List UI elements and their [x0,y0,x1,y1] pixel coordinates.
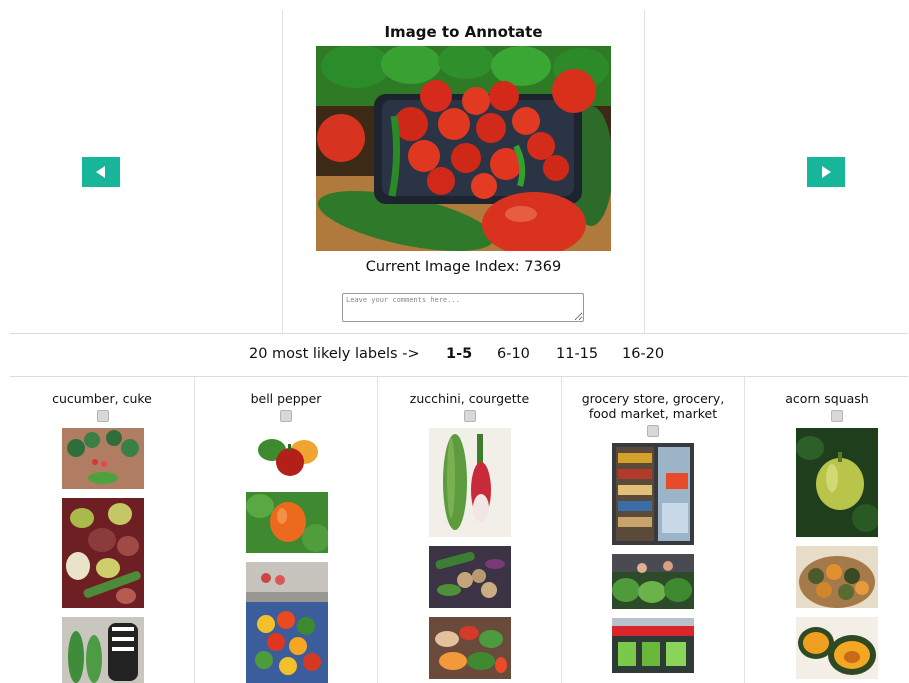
example-image [796,617,878,679]
label-name: bell pepper [250,391,322,406]
example-image [429,617,511,679]
label-column-cucumber: cucumber, cuke [10,377,194,683]
divider [10,333,908,334]
page-link-11-15[interactable]: 11-15 [556,346,598,362]
label-checkbox[interactable] [280,410,292,422]
page-link-1-5[interactable]: 1-5 [446,346,472,362]
example-image [246,428,328,479]
example-image [796,546,878,608]
example-image [429,546,511,608]
label-checkbox[interactable] [647,425,659,437]
next-image-button[interactable] [807,157,845,187]
label-checkbox[interactable] [97,410,109,422]
label-name: cucumber, cuke [52,391,152,406]
divider [644,10,645,334]
comments-textarea[interactable] [342,293,584,322]
pager-intro: 20 most likely labels -> [249,346,420,362]
prev-image-button[interactable] [82,157,120,187]
arrow-right-icon [822,166,831,178]
label-name: zucchini, courgette [409,391,530,406]
page-link-16-20[interactable]: 16-20 [622,346,664,362]
example-image [62,428,144,489]
label-checkbox[interactable] [464,410,476,422]
label-checkbox[interactable] [831,410,843,422]
divider [282,10,283,334]
image-to-annotate [316,46,611,251]
label-column-bell-pepper: bell pepper [195,377,377,683]
label-pager: 20 most likely labels -> 1-5 6-10 11-15 … [0,346,909,366]
example-image [62,498,144,608]
page-title: Image to Annotate [384,23,543,41]
label-name: acorn squash [785,391,869,406]
example-image [246,562,328,683]
example-image [612,554,694,609]
label-column-zucchini: zucchini, courgette [378,377,561,683]
arrow-left-icon [96,166,105,178]
current-image-index: Current Image Index: 7369 [365,259,562,275]
label-column-acorn-squash: acorn squash [745,377,909,683]
example-image [429,428,511,537]
example-image [62,617,144,683]
example-image [796,428,878,537]
example-image [246,492,328,553]
label-name: grocery store, grocery, food market, mar… [581,391,725,421]
example-image [612,443,694,545]
example-image [612,618,694,673]
page-link-6-10[interactable]: 6-10 [497,346,530,362]
annotation-panel: Image to Annotate Current Image Index: 7… [0,0,909,334]
label-column-grocery-store: grocery store, grocery, food market, mar… [562,377,744,683]
